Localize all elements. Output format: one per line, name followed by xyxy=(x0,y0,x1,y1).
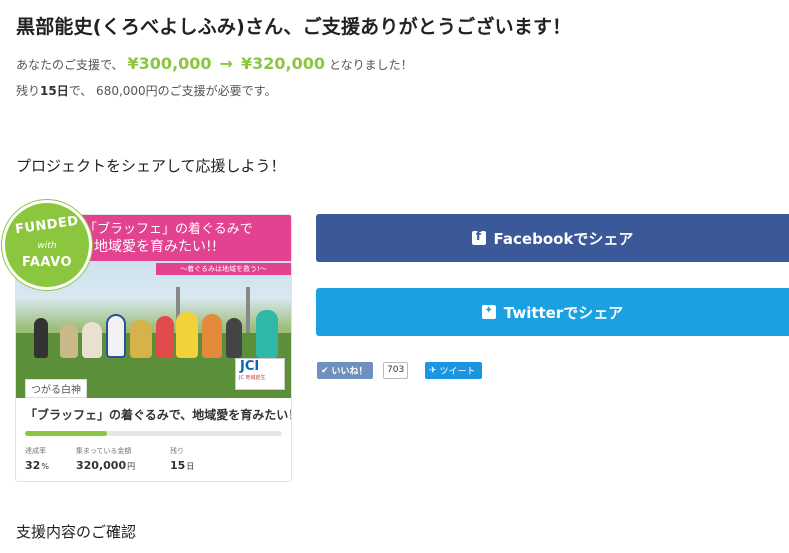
facebook-icon: f xyxy=(471,229,486,245)
stat-rate: 達成率 32% xyxy=(25,446,49,472)
stat-days-label: 残り xyxy=(170,447,184,455)
jci-logo: JCI JC 地域創生 xyxy=(235,358,285,390)
amount-after: ¥320,000 xyxy=(240,54,325,73)
mascot-figure xyxy=(60,324,78,358)
badge-line2: with xyxy=(37,241,57,251)
tweet-label: ツイート xyxy=(439,367,476,377)
remain-prefix: 残り xyxy=(16,84,41,98)
arrow-right-icon: → xyxy=(219,54,233,73)
badge-line1: FUNDED xyxy=(14,213,80,238)
amount-before: ¥300,000 xyxy=(127,54,212,73)
stat-rate-value: 32% xyxy=(25,459,49,472)
logo-text: JCI xyxy=(240,359,260,374)
like-button[interactable]: ✔ いいね！ xyxy=(317,362,373,379)
facebook-share-label: Facebookでシェア xyxy=(493,229,634,248)
progress-bar xyxy=(25,431,282,436)
amount-suffix: となりました！ xyxy=(328,58,413,72)
stat-amount: 集まっている金額 320,000円 xyxy=(76,446,135,472)
remain-suffix: で、 680,000円のご支援が必要です。 xyxy=(68,84,277,98)
mascot-figure xyxy=(106,314,126,358)
mascot-figure xyxy=(34,318,48,358)
stat-amount-label: 集まっている金額 xyxy=(76,447,132,455)
thumbs-up-icon: ✔ xyxy=(321,365,329,376)
mascot-figure xyxy=(226,318,242,358)
stat-days-value: 15日 xyxy=(170,459,194,472)
days-unit: 日 xyxy=(186,462,195,471)
remain-days: 15日 xyxy=(40,84,69,98)
days-number: 15 xyxy=(170,459,186,472)
share-heading: プロジェクトをシェアして応援しよう！ xyxy=(16,157,286,175)
amount-unit: 円 xyxy=(127,462,136,471)
rate-number: 32 xyxy=(25,459,41,472)
tweet-button[interactable]: ✈ ツイート xyxy=(425,362,482,379)
mascot-figure xyxy=(82,322,102,358)
stat-rate-label: 達成率 xyxy=(25,447,46,455)
progress-fill xyxy=(25,431,108,436)
stat-amount-value: 320,000円 xyxy=(76,459,135,472)
logo-sub: JC 地域創生 xyxy=(239,375,266,381)
mascot-figure xyxy=(156,316,174,358)
banner-subtitle: 〜着ぐるみは地域を救う!〜 xyxy=(156,263,291,275)
thanks-title: 黒部能史(くろべよしふみ)さん、ご支援ありがとうございます！ xyxy=(16,16,572,38)
light-tower xyxy=(246,287,250,333)
mascot-figure xyxy=(202,314,222,358)
mascot-figure xyxy=(176,312,198,358)
stat-days: 残り 15日 xyxy=(170,446,194,472)
remaining-summary: 残り15日で、 680,000円のご支援が必要です。 xyxy=(16,82,276,99)
banner-line1: 「ブラッフェ」の着ぐるみで xyxy=(84,222,253,237)
like-count: 703 xyxy=(383,362,409,379)
mascot-figure xyxy=(256,310,278,358)
rate-unit: % xyxy=(41,462,49,471)
bird-icon: ✈ xyxy=(429,365,437,376)
project-title[interactable]: 「ブラッフェ」の着ぐるみで、地域愛を育みたい！ xyxy=(25,406,291,423)
banner-line2: 地域愛を育みたい!! xyxy=(94,239,218,255)
twitter-icon: ✦ xyxy=(481,305,496,319)
mascot-figure xyxy=(130,320,152,358)
region-tag[interactable]: つがる白神 xyxy=(25,379,87,398)
twitter-share-button[interactable]: ✦ Twitterでシェア xyxy=(316,288,789,336)
amount-prefix: あなたのご支援で、 xyxy=(16,58,124,72)
badge-line3: FAAVO xyxy=(21,255,72,270)
like-label: いいね！ xyxy=(331,367,368,377)
confirm-heading: 支援内容のご確認 xyxy=(16,523,137,541)
facebook-share-button[interactable]: f Facebookでシェア xyxy=(316,214,789,262)
funded-badge: FUNDED with FAAVO xyxy=(2,200,92,290)
amount-number: 320,000 xyxy=(76,459,127,472)
twitter-share-label: Twitterでシェア xyxy=(503,303,624,322)
amount-summary: あなたのご支援で、 ¥300,000 → ¥320,000 となりました！ xyxy=(16,54,413,73)
